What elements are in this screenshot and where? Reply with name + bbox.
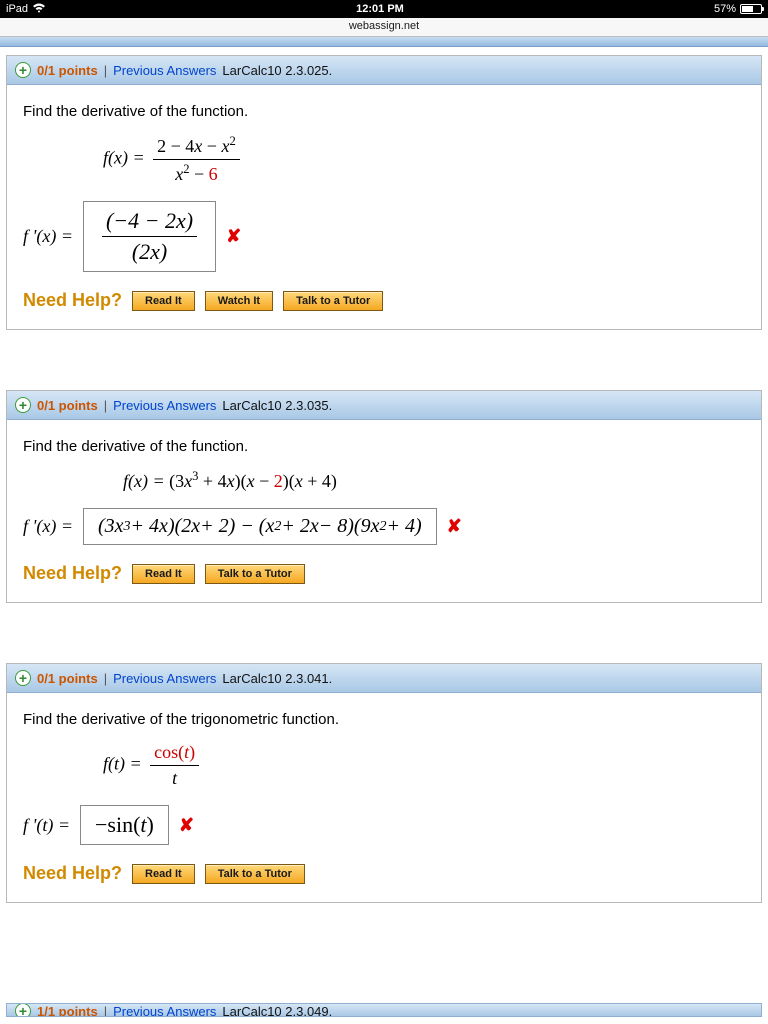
incorrect-icon: ✘ (447, 516, 462, 537)
answer-input[interactable]: −sin(t) (80, 805, 169, 845)
answer-row: f '(t) = −sin(t) ✘ (23, 805, 745, 845)
need-help-label: Need Help? (23, 563, 122, 584)
question-block: + 0/1 points | Previous Answers LarCalc1… (6, 663, 762, 903)
question-header-partial: + 1/1 points | Previous Answers LarCalc1… (6, 1003, 762, 1017)
watch-it-button[interactable]: Watch It (205, 291, 273, 311)
answer-label: f '(t) = (23, 815, 70, 836)
previous-answers-link[interactable]: Previous Answers (113, 63, 216, 78)
points-badge: 0/1 points (37, 63, 98, 78)
expand-icon[interactable]: + (15, 670, 31, 686)
address-bar[interactable]: webassign.net (0, 18, 768, 37)
talk-to-tutor-button[interactable]: Talk to a Tutor (205, 564, 305, 584)
given-function: f(x) = 2 − 4x − x2 x2 − 6 (23, 134, 745, 185)
battery-icon (740, 4, 762, 14)
prompt-text: Find the derivative of the function. (23, 103, 745, 120)
question-ref: LarCalc10 2.3.041. (222, 671, 332, 686)
question-ref: LarCalc10 2.3.049. (222, 1004, 332, 1018)
points-badge: 1/1 points (37, 1004, 98, 1018)
incorrect-icon: ✘ (179, 815, 194, 836)
answer-row: f '(x) = (−4 − 2x) (2x) ✘ (23, 201, 745, 272)
clock: 12:01 PM (356, 3, 404, 15)
need-help-label: Need Help? (23, 290, 122, 311)
read-it-button[interactable]: Read It (132, 291, 195, 311)
given-function: f(t) = cos(t) t (23, 742, 745, 789)
need-help-label: Need Help? (23, 863, 122, 884)
talk-to-tutor-button[interactable]: Talk to a Tutor (205, 864, 305, 884)
expand-icon[interactable]: + (15, 397, 31, 413)
previous-answers-link[interactable]: Previous Answers (113, 671, 216, 686)
question-ref: LarCalc10 2.3.035. (222, 398, 332, 413)
prompt-text: Find the derivative of the trigonometric… (23, 711, 745, 728)
help-row: Need Help? Read It Watch It Talk to a Tu… (23, 290, 745, 311)
talk-to-tutor-button[interactable]: Talk to a Tutor (283, 291, 383, 311)
ios-status-bar: iPad 12:01 PM 57% (0, 0, 768, 18)
answer-label: f '(x) = (23, 516, 73, 537)
device-label: iPad (6, 3, 28, 15)
question-header: + 0/1 points | Previous Answers LarCalc1… (7, 56, 761, 85)
previous-answers-link[interactable]: Previous Answers (113, 1004, 216, 1018)
answer-label: f '(x) = (23, 226, 73, 247)
question-header: + 0/1 points | Previous Answers LarCalc1… (7, 391, 761, 420)
read-it-button[interactable]: Read It (132, 864, 195, 884)
incorrect-icon: ✘ (226, 226, 241, 247)
points-badge: 0/1 points (37, 671, 98, 686)
question-header: + 0/1 points | Previous Answers LarCalc1… (7, 664, 761, 693)
expand-icon[interactable]: + (15, 1003, 31, 1017)
answer-row: f '(x) = (3x3 + 4x)(2x + 2) − (x2 + 2x −… (23, 508, 745, 545)
given-function: f(x) = (3x3 + 4x)(x − 2)(x + 4) (23, 469, 745, 492)
help-row: Need Help? Read It Talk to a Tutor (23, 563, 745, 584)
help-row: Need Help? Read It Talk to a Tutor (23, 863, 745, 884)
answer-input[interactable]: (−4 − 2x) (2x) (83, 201, 216, 272)
page-top-divider (0, 37, 768, 47)
expand-icon[interactable]: + (15, 62, 31, 78)
previous-answers-link[interactable]: Previous Answers (113, 398, 216, 413)
battery-percent: 57% (714, 3, 736, 15)
answer-input[interactable]: (3x3 + 4x)(2x + 2) − (x2 + 2x − 8)(9x2 +… (83, 508, 437, 545)
points-badge: 0/1 points (37, 398, 98, 413)
read-it-button[interactable]: Read It (132, 564, 195, 584)
question-ref: LarCalc10 2.3.025. (222, 63, 332, 78)
prompt-text: Find the derivative of the function. (23, 438, 745, 455)
question-block: + 0/1 points | Previous Answers LarCalc1… (6, 390, 762, 603)
question-block: + 0/1 points | Previous Answers LarCalc1… (6, 55, 762, 330)
wifi-icon (32, 3, 46, 16)
